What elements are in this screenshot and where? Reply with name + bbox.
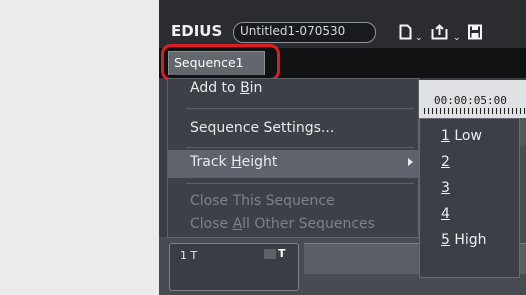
submenu-arrow-icon [408,158,413,166]
menu-item-label: ll Other Sequences [242,216,375,232]
top-bar: EDIUS Untitled1-070530 ⌄ ⌄ [159,0,526,48]
menu-item-track-height[interactable]: Track Height [168,150,418,178]
timeline-ruler[interactable]: 00:00:05:00 [414,80,526,118]
menu-separator [186,108,414,109]
menu-separator [186,147,414,148]
menu-item-label: Sequence Settings... [190,120,335,136]
menu-separator [186,183,414,184]
submenu-item-label: Low [449,128,482,144]
submenu-item-2[interactable]: 2 [420,151,519,177]
menu-item-accelerator: A [232,216,243,232]
menu-item-add-to-bin[interactable]: Add to Bin [168,79,418,107]
timecode-label: 00:00:05:00 [434,94,507,107]
menu-item-label: in [249,80,263,96]
submenu-item-5-high[interactable]: 5 High [420,229,519,255]
submenu-item-accelerator: 2 [441,154,450,170]
submenu-item-3[interactable]: 3 [420,177,519,203]
menu-item-accelerator: H [231,154,242,170]
submenu-item-accelerator: 4 [441,206,450,222]
menu-item-accelerator: B [240,80,250,96]
track-header[interactable]: 1 T T [169,243,299,291]
submenu-item-accelerator: 1 [441,128,450,144]
title-track-icon: T [278,247,286,260]
menu-item-label: Track [190,154,232,170]
open-project-icon[interactable] [431,24,448,40]
track-height-submenu: 1 Low 2 3 4 5 High [419,118,520,278]
callout-highlight [161,44,280,81]
ruler-ticks [424,108,526,114]
lock-icon[interactable] [264,249,276,259]
page-margin [0,0,159,295]
menu-item-label: eight [241,154,278,170]
menu-item-close-all-other-sequences[interactable]: Close All Other Sequences [168,212,418,237]
submenu-item-4[interactable]: 4 [420,203,519,229]
sequence-tab-strip: Sequence1 [159,44,526,81]
chevron-down-icon[interactable]: ⌄ [415,33,423,43]
edius-logo: EDIUS [171,22,223,40]
project-name: Untitled1-070530 [240,24,346,38]
submenu-item-1-low[interactable]: 1 Low [420,125,519,151]
edius-window: EDIUS Untitled1-070530 ⌄ ⌄ Sequence1 00:… [159,0,526,295]
submenu-item-label: High [449,232,487,248]
new-project-icon[interactable] [399,24,412,40]
track-name: 1 T [180,249,198,262]
menu-item-label: Close This Sequence [190,193,335,209]
menu-item-label: Add to [190,80,241,96]
submenu-item-accelerator: 5 [441,232,450,248]
project-name-field[interactable]: Untitled1-070530 [233,22,376,43]
chevron-down-icon[interactable]: ⌄ [453,33,461,43]
submenu-item-accelerator: 3 [441,180,450,196]
sequence-context-menu: Add to Bin Sequence Settings... Track He… [167,78,419,238]
menu-item-label: Close [190,216,233,232]
save-project-icon[interactable] [468,24,482,40]
menu-item-sequence-settings[interactable]: Sequence Settings... [168,116,418,144]
